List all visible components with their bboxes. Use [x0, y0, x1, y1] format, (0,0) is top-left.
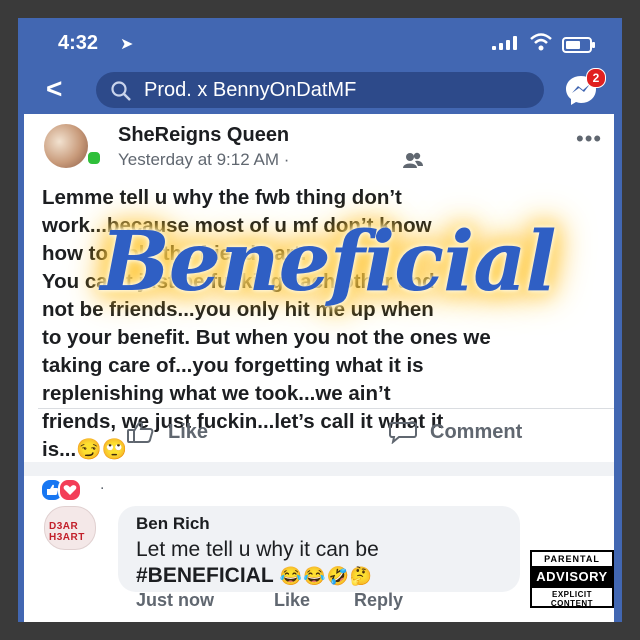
- audience-friends-icon: [403, 152, 423, 168]
- location-arrow-icon: ➤: [120, 36, 134, 53]
- thumbs-up-icon: [127, 421, 154, 443]
- advisory-top-text: PARENTAL: [544, 554, 600, 564]
- comment-like-button[interactable]: Like: [274, 590, 310, 611]
- comment-timestamp: Just now: [136, 590, 215, 610]
- hashtag-link[interactable]: #BENEFICIAL: [136, 564, 274, 587]
- divider: [38, 408, 614, 409]
- post-timestamp[interactable]: Yesterday at 9:12 AM: [118, 150, 279, 169]
- online-status-dot: [86, 150, 102, 166]
- reactions-summary[interactable]: [40, 478, 100, 502]
- advisory-middle-text: ADVISORY: [532, 566, 612, 588]
- wifi-icon: [530, 33, 552, 51]
- comment-button[interactable]: Comment: [388, 414, 588, 450]
- status-time: 4:32: [58, 32, 99, 54]
- battery-icon: [562, 37, 595, 53]
- like-button[interactable]: Like: [126, 414, 246, 450]
- search-query: Prod. x BennyOnDatMF: [144, 79, 357, 101]
- meta-separator: ·: [278, 150, 290, 169]
- comment-emoji: 😂😂🤣🤔: [273, 566, 374, 586]
- more-options-icon[interactable]: •••: [576, 126, 602, 152]
- author-avatar[interactable]: [44, 124, 88, 168]
- like-label: Like: [168, 421, 209, 443]
- screenshot-frame: 4:32 ➤ < Prod. x BennyOnDatMF 2 SheReign…: [18, 18, 622, 622]
- parental-advisory-label: PARENTAL ADVISORY EXPLICIT CONTENT: [530, 550, 614, 608]
- comment-bubble: Ben Rich Let me tell u why it can be #BE…: [118, 506, 520, 592]
- search-icon: [111, 81, 131, 101]
- post-line: Lemme tell u why the fwb thing don’t: [42, 186, 402, 209]
- advisory-bottom-text: EXPLICIT CONTENT: [550, 590, 594, 608]
- header-bar: < Prod. x BennyOnDatMF 2: [18, 66, 622, 114]
- comment-label: Comment: [430, 421, 523, 443]
- post-line: taking care of...you forgetting what it …: [42, 354, 424, 377]
- comment-text-line: #BENEFICIAL 😂😂🤣🤔: [136, 564, 373, 588]
- post-card: SheReigns Queen Yesterday at 9:12 AM · •…: [24, 114, 614, 622]
- cellular-signal-icon: [492, 36, 522, 50]
- comment-reply-button[interactable]: Reply: [354, 590, 403, 611]
- notification-badge: 2: [586, 68, 606, 88]
- post-meta: Yesterday at 9:12 AM ·: [118, 150, 289, 170]
- avatar-logo-text: D3AR H3ART: [49, 521, 85, 543]
- post-author-name[interactable]: SheReigns Queen: [118, 124, 289, 147]
- search-input[interactable]: Prod. x BennyOnDatMF: [96, 72, 544, 108]
- comment-text-line: Let me tell u why it can be: [136, 538, 379, 561]
- status-bar: 4:32 ➤: [18, 18, 622, 66]
- feedback-separator: [24, 462, 614, 476]
- love-reaction-icon: [58, 478, 82, 502]
- commenter-avatar[interactable]: D3AR H3ART: [44, 506, 96, 550]
- reactions-count: .: [100, 476, 105, 493]
- commenter-name[interactable]: Ben Rich: [136, 514, 210, 534]
- post-line: replenishing what we took...we ain’t: [42, 382, 391, 405]
- back-arrow-icon[interactable]: <: [46, 74, 74, 104]
- post-line: to your benefit. But when you not the on…: [42, 326, 491, 349]
- overlay-title: Beneficial: [100, 214, 556, 310]
- comment-icon: [389, 422, 417, 444]
